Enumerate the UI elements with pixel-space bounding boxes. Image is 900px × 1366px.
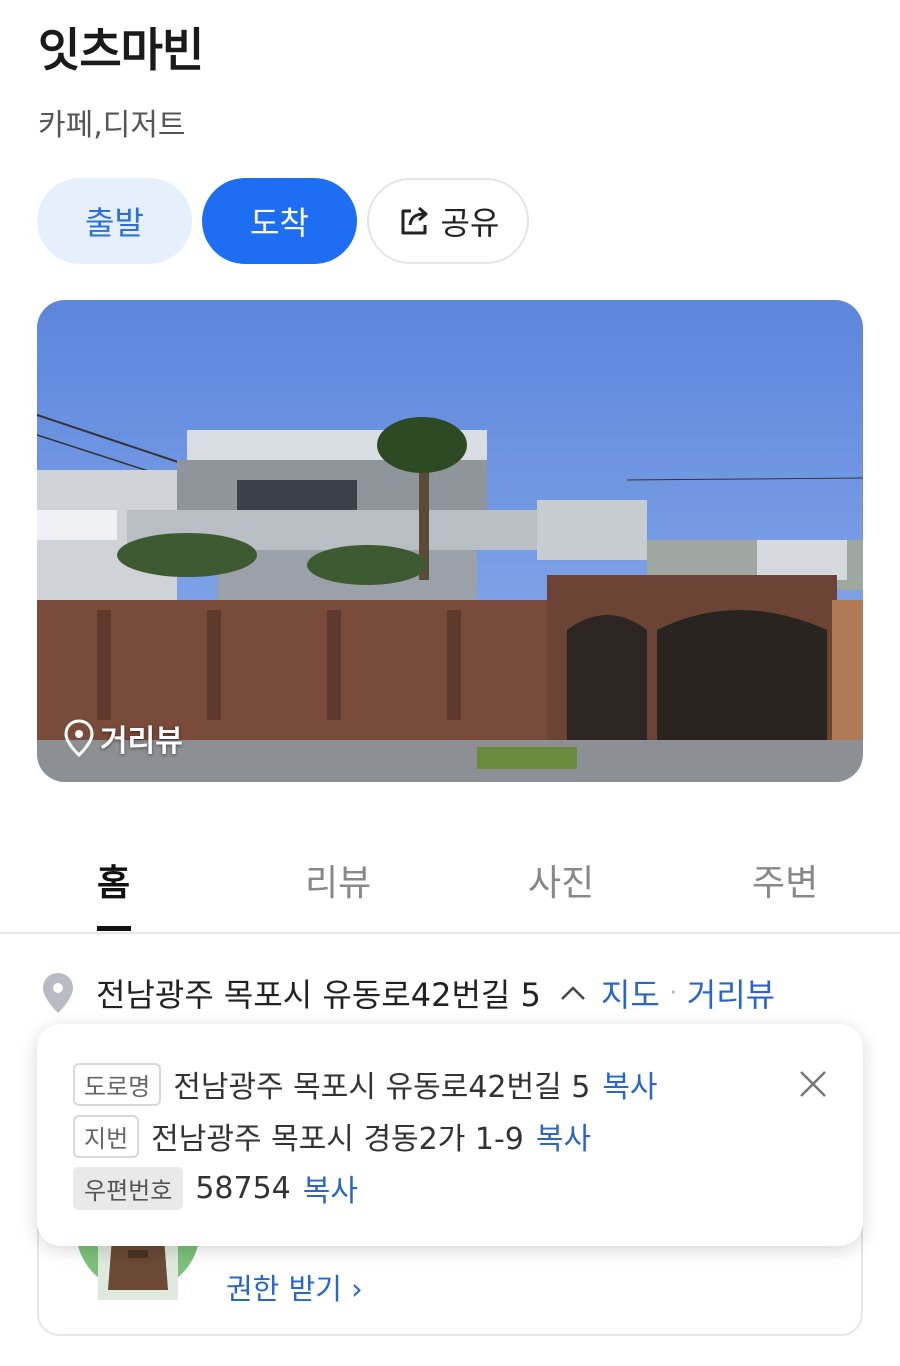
share-label: 공유 (440, 204, 500, 242)
tab-reviews[interactable]: 리뷰 (305, 854, 371, 906)
location-marker-icon (43, 973, 73, 1013)
tab-bar: 홈 리뷰 사진 주변 (0, 840, 900, 934)
close-icon[interactable] (795, 1066, 831, 1102)
map-link[interactable]: 지도 (601, 970, 660, 1016)
place-title: 잇츠마빈 (38, 23, 204, 77)
copy-road-address-button[interactable]: 복사 (602, 1062, 657, 1106)
share-button[interactable]: 공유 (367, 178, 529, 264)
separator-dot: · (669, 980, 677, 1006)
place-category: 카페,디저트 (38, 108, 186, 143)
postal-code-tag: 우편번호 (73, 1166, 184, 1210)
lot-address-tag: 지번 (73, 1114, 140, 1158)
chevron-up-icon[interactable] (559, 983, 587, 1003)
chevron-right-icon: › (351, 1272, 363, 1306)
address-summary[interactable]: 전남광주 목포시 유동로42번길 5 (96, 970, 541, 1016)
location-pin-icon (64, 719, 94, 758)
street-view-link[interactable]: 거리뷰 (687, 970, 775, 1016)
depart-button[interactable]: 출발 (37, 178, 192, 264)
tab-home[interactable]: 홈 (97, 854, 130, 906)
address-row: 전남광주 목포시 유동로42번길 5 지도 · 거리뷰 (38, 970, 775, 1016)
street-view-photo[interactable] (37, 300, 863, 782)
share-icon (401, 206, 428, 235)
tab-nearby[interactable]: 주변 (752, 854, 818, 906)
get-permission-label: 권한 받기 (226, 1272, 342, 1306)
lot-address-text: 전남광주 목포시 경동2가 1-9 (151, 1122, 524, 1157)
address-detail-popup: 도로명 전남광주 목포시 유동로42번길 5 복사 지번 전남광주 목포시 경동… (37, 1024, 863, 1246)
road-address-tag: 도로명 (73, 1062, 162, 1106)
postal-code-row: 우편번호 58754 복사 (73, 1166, 358, 1210)
road-address-text: 전남광주 목포시 유동로42번길 5 (173, 1070, 591, 1105)
street-view-badge[interactable]: 거리뷰 (62, 716, 183, 760)
active-tab-indicator (97, 926, 131, 931)
street-view-badge-label: 거리뷰 (100, 724, 183, 759)
get-permission-link[interactable]: 권한 받기 › (226, 1266, 363, 1308)
tab-photos[interactable]: 사진 (528, 854, 594, 906)
postal-code-text: 58754 (195, 1170, 291, 1206)
copy-postal-code-button[interactable]: 복사 (303, 1166, 358, 1210)
lot-address-row: 지번 전남광주 목포시 경동2가 1-9 복사 (73, 1114, 591, 1158)
road-address-row: 도로명 전남광주 목포시 유동로42번길 5 복사 (73, 1062, 658, 1106)
arrive-button[interactable]: 도착 (202, 178, 357, 264)
copy-lot-address-button[interactable]: 복사 (536, 1114, 591, 1158)
